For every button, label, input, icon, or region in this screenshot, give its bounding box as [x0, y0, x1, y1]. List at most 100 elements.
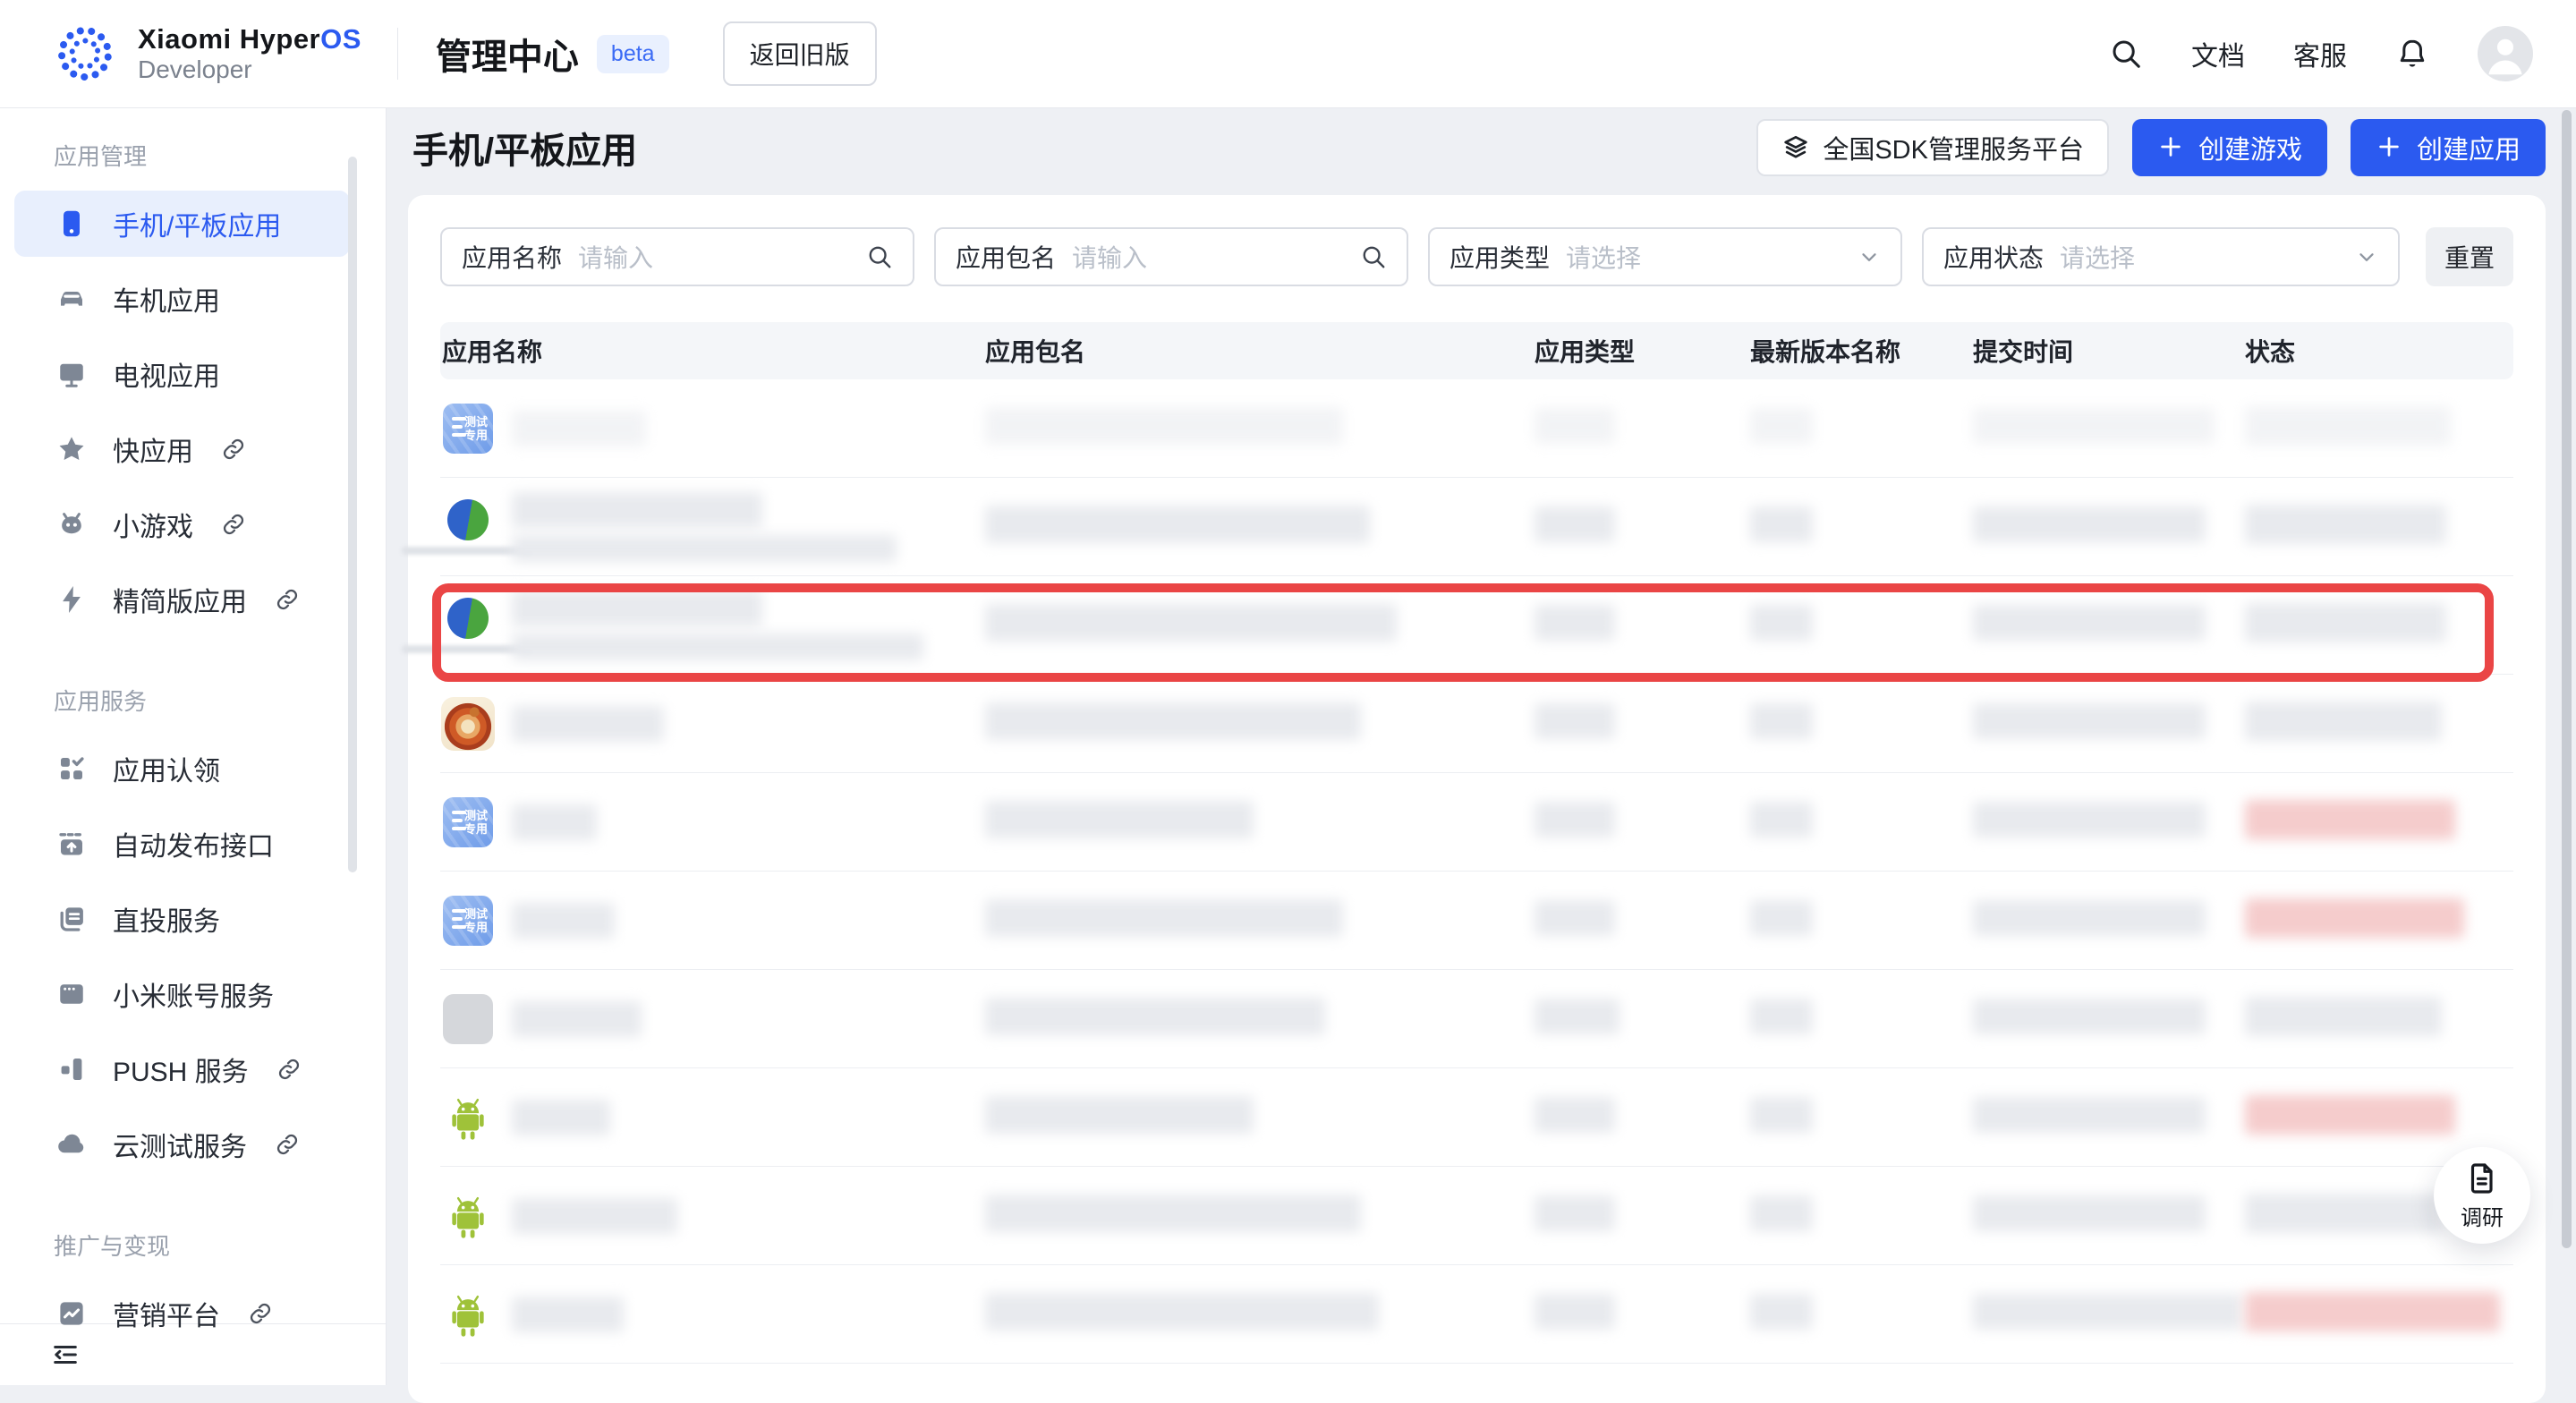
sidebar-item-cloud-test-service[interactable]: 云测试服务 — [0, 1107, 386, 1182]
search-icon[interactable] — [866, 243, 893, 270]
survey-doc-icon — [2464, 1161, 2500, 1196]
redacted-app-name — [512, 591, 762, 626]
create-app-label: 创建应用 — [2417, 129, 2521, 166]
sidebar-item-lite-apps[interactable]: 精简版应用 — [0, 562, 386, 637]
redacted-version — [1750, 1097, 1813, 1133]
app-icon-placeholder — [443, 994, 493, 1044]
field-label: 应用包名 — [956, 239, 1056, 275]
redacted-app-name — [512, 633, 923, 660]
sidebar-item-direct-delivery[interactable]: 直投服务 — [0, 881, 386, 957]
survey-fab-button[interactable]: 调研 — [2434, 1147, 2530, 1244]
redacted-package — [985, 899, 1343, 937]
redacted-status — [2245, 1194, 2442, 1233]
redacted-package — [985, 702, 1361, 740]
redacted-type — [1535, 1097, 1615, 1133]
sdk-platform-button[interactable]: 全国SDK管理服务平台 — [1756, 119, 2109, 176]
sidebar-item-label: PUSH 服务 — [113, 1050, 249, 1089]
redacted-status — [2245, 406, 2451, 446]
redacted-type — [1535, 999, 1620, 1034]
filter-bar: 应用名称 请输入 应用包名 请输入 应用类型 请选择 应用状态 请选择 重置 — [440, 227, 2513, 286]
redacted-type — [1535, 1294, 1615, 1330]
redacted-submit-time — [1973, 900, 2206, 936]
plus-icon — [2376, 133, 2404, 162]
redacted-package — [985, 604, 1397, 642]
sidebar-item-car-apps[interactable]: 车机应用 — [0, 261, 386, 336]
field-placeholder: 请选择 — [1566, 239, 1641, 275]
app-icon-test-doc: 测试专用 — [443, 404, 493, 454]
redacted-version — [1750, 802, 1813, 838]
table-row[interactable] — [440, 970, 2513, 1068]
main-scrollbar[interactable] — [2562, 110, 2572, 1248]
app-name-search-field[interactable]: 应用名称 请输入 — [440, 227, 914, 286]
sidebar-item-auto-publish-api[interactable]: 自动发布接口 — [0, 806, 386, 881]
account-card-icon — [55, 978, 88, 1010]
redacted-package — [985, 1096, 1254, 1134]
columns-icon — [55, 1053, 88, 1085]
sidebar-item-label: 手机/平板应用 — [113, 204, 281, 243]
table-row[interactable]: 测试专用 — [440, 872, 2513, 970]
topbar: Xiaomi HyperOS Developer 管理中心 beta 返回旧版 … — [0, 0, 2576, 108]
app-icon-globe — [447, 499, 489, 540]
redacted-status — [2245, 702, 2442, 741]
sidebar-scrollbar[interactable] — [348, 157, 357, 872]
redacted-submit-time — [1973, 1294, 2241, 1330]
redacted-app-name — [512, 903, 615, 939]
sidebar-item-app-claim[interactable]: 应用认领 — [0, 731, 386, 806]
notification-bell-icon[interactable] — [2395, 37, 2429, 71]
sidebar-section-promotion: 推广与变现 — [54, 1229, 386, 1262]
external-link-icon — [222, 513, 245, 536]
sidebar-item-phone-tablet-apps[interactable]: 手机/平板应用 — [0, 186, 386, 261]
content-card: 应用名称 请输入 应用包名 请输入 应用类型 请选择 应用状态 请选择 重置 — [408, 195, 2546, 1403]
redacted-type — [1535, 506, 1615, 542]
sidebar-section-app-management: 应用管理 — [54, 139, 386, 172]
app-icon-android — [442, 1190, 494, 1242]
brand-sub: Developer — [138, 55, 361, 84]
back-to-old-version-button[interactable]: 返回旧版 — [723, 21, 877, 86]
search-icon[interactable] — [2109, 37, 2143, 71]
create-app-button[interactable]: 创建应用 — [2351, 119, 2546, 176]
table-row[interactable]: 测试专用 — [440, 773, 2513, 872]
sidebar-item-tv-apps[interactable]: 电视应用 — [0, 336, 386, 412]
table-row[interactable] — [440, 576, 2513, 675]
column-header-status: 状态 — [2245, 333, 2513, 369]
sidebar-item-quick-apps[interactable]: 快应用 — [0, 412, 386, 487]
reset-button[interactable]: 重置 — [2426, 227, 2513, 286]
redacted-type — [1535, 900, 1615, 936]
sidebar-item-label: 快应用 — [113, 429, 193, 469]
table-row[interactable] — [440, 1068, 2513, 1167]
table-row[interactable] — [440, 675, 2513, 773]
user-avatar[interactable] — [2478, 26, 2533, 81]
app-status-select[interactable]: 应用状态 请选择 — [1922, 227, 2400, 286]
app-icon-globe — [447, 598, 489, 639]
app-package-search-field[interactable]: 应用包名 请输入 — [934, 227, 1408, 286]
redacted-version — [1750, 1195, 1813, 1231]
tv-icon — [55, 358, 88, 390]
redacted-submit-time — [1973, 506, 2206, 542]
page-title: 手机/平板应用 — [412, 122, 637, 174]
create-game-button[interactable]: 创建游戏 — [2132, 119, 2327, 176]
sidebar-item-push-service[interactable]: PUSH 服务 — [0, 1032, 386, 1107]
sidebar-item-label: 营销平台 — [113, 1294, 220, 1333]
table-row[interactable] — [440, 1167, 2513, 1265]
sidebar-item-mi-account-service[interactable]: 小米账号服务 — [0, 957, 386, 1032]
field-placeholder: 请选择 — [2060, 239, 2135, 275]
redacted-version — [1750, 408, 1813, 444]
redacted-version — [1750, 506, 1813, 542]
sidebar-item-mini-games[interactable]: 小游戏 — [0, 487, 386, 562]
table-row[interactable] — [440, 1265, 2513, 1364]
search-icon[interactable] — [1360, 243, 1387, 270]
app-icon-test-doc: 测试专用 — [443, 797, 493, 847]
nav-support[interactable]: 客服 — [2293, 34, 2347, 73]
table-row[interactable] — [440, 478, 2513, 576]
cloud-icon — [55, 1128, 88, 1161]
brand-logo[interactable]: Xiaomi HyperOS Developer — [50, 19, 361, 89]
collapse-sidebar-icon[interactable] — [50, 1339, 81, 1370]
nav-docs[interactable]: 文档 — [2191, 34, 2245, 73]
sidebar-section-app-services: 应用服务 — [54, 684, 386, 717]
redacted-submit-time — [1973, 1195, 2206, 1231]
redacted-package — [985, 1293, 1379, 1331]
sidebar-item-label: 自动发布接口 — [113, 824, 274, 863]
table-row[interactable]: 测试专用 — [440, 379, 2513, 478]
app-type-select[interactable]: 应用类型 请选择 — [1428, 227, 1902, 286]
external-link-icon — [249, 1302, 272, 1325]
